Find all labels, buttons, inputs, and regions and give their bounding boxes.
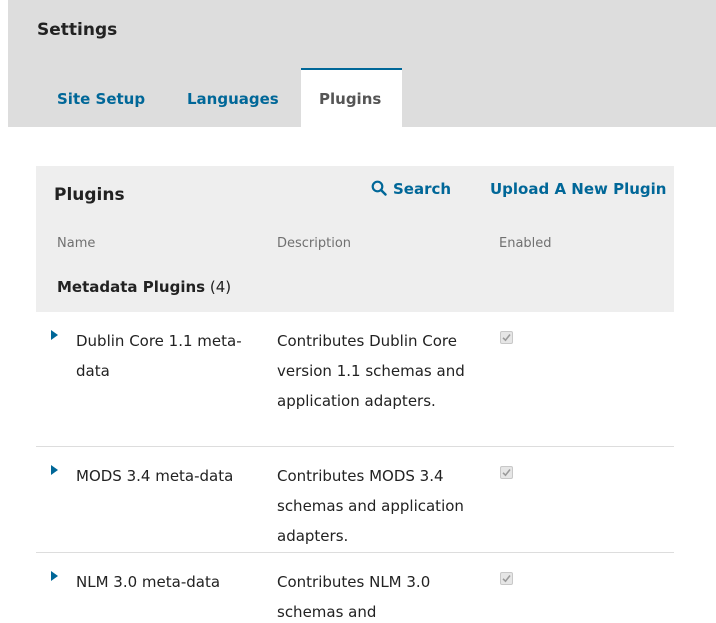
plugin-name: MODS 3.4 meta-data bbox=[76, 467, 234, 485]
enabled-checkbox[interactable] bbox=[500, 466, 513, 479]
column-header-name: Name bbox=[57, 236, 96, 251]
search-button-label: Search bbox=[393, 180, 452, 198]
category-name: Metadata Plugins bbox=[57, 278, 206, 296]
enabled-checkbox[interactable] bbox=[500, 572, 513, 585]
table-row: Dublin Core 1.1 meta-data Contributes Du… bbox=[36, 312, 674, 447]
checkmark-icon bbox=[502, 469, 511, 477]
search-button[interactable]: Search bbox=[371, 180, 451, 198]
search-icon bbox=[371, 180, 387, 196]
checkmark-icon bbox=[502, 575, 511, 583]
tab-plugins[interactable]: Plugins bbox=[301, 68, 402, 129]
plugin-description: Contributes Dublin Core version 1.1 sche… bbox=[277, 332, 465, 410]
plugin-name: NLM 3.0 meta-data bbox=[76, 573, 221, 591]
table-row: NLM 3.0 meta-data Contributes NLM 3.0 sc… bbox=[36, 553, 674, 623]
plugins-panel: Plugins Search Upload A New Plugin Name … bbox=[36, 166, 674, 623]
plugins-panel-header: Plugins Search Upload A New Plugin Name … bbox=[36, 166, 674, 312]
plugin-name: Dublin Core 1.1 meta-data bbox=[76, 332, 242, 380]
tab-languages[interactable]: Languages bbox=[179, 70, 297, 127]
tab-languages-label: Languages bbox=[187, 90, 279, 108]
expand-arrow-icon[interactable] bbox=[51, 465, 58, 475]
column-header-enabled: Enabled bbox=[499, 236, 552, 251]
plugin-description: Contributes MODS 3.4 schemas and applica… bbox=[277, 467, 464, 545]
tab-plugins-label: Plugins bbox=[319, 90, 382, 108]
expand-arrow-icon[interactable] bbox=[51, 571, 58, 581]
expand-arrow-icon[interactable] bbox=[51, 330, 58, 340]
panel-title: Plugins bbox=[54, 185, 125, 205]
column-header-description: Description bbox=[277, 236, 352, 251]
checkmark-icon bbox=[502, 334, 511, 342]
enabled-checkbox[interactable] bbox=[500, 331, 513, 344]
tab-site-setup-label: Site Setup bbox=[57, 90, 146, 108]
table-row: MODS 3.4 meta-data Contributes MODS 3.4 … bbox=[36, 447, 674, 553]
plugin-description: Contributes NLM 3.0 schemas and bbox=[277, 573, 431, 621]
category-count: (4) bbox=[209, 278, 232, 296]
page-title: Settings bbox=[37, 20, 118, 40]
settings-header: Settings Site Setup Languages Plugins bbox=[8, 0, 716, 129]
tab-site-setup[interactable]: Site Setup bbox=[49, 70, 159, 127]
upload-plugin-button[interactable]: Upload A New Plugin bbox=[490, 180, 666, 198]
category-row: Metadata Plugins (4) bbox=[57, 278, 231, 296]
